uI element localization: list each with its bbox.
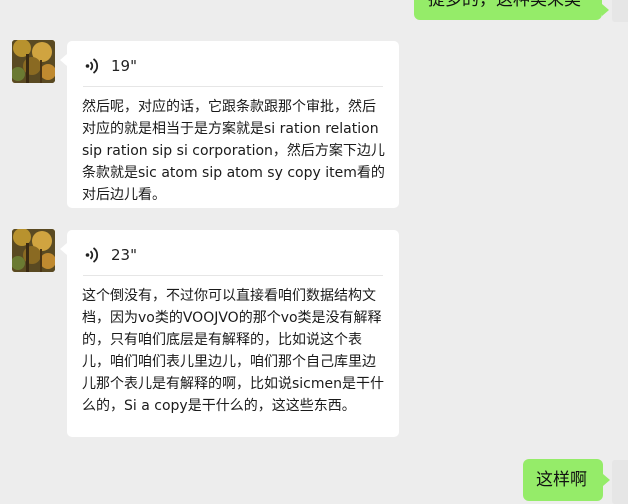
self-avatar[interactable] <box>612 460 628 504</box>
contact-avatar[interactable] <box>12 40 55 83</box>
message-text: 提多的，这种类来类 <box>428 0 581 10</box>
message-text: 这样啊 <box>536 470 587 490</box>
bubble-tail <box>60 54 67 66</box>
bubble-tail <box>603 474 610 486</box>
self-message-bubble[interactable]: 这样啊 <box>523 459 603 501</box>
bubble-tail <box>602 4 609 16</box>
voice-duration: 19" <box>111 57 137 75</box>
voice-transcript: 然后呢，对应的话，它跟条款跟那个审批，然后对应的就是相当于是方案就是si rat… <box>82 99 385 203</box>
voice-wave-icon <box>85 247 98 263</box>
self-avatar[interactable] <box>612 0 628 22</box>
voice-play-control[interactable]: 19" <box>85 55 137 77</box>
divider <box>83 275 383 276</box>
voice-wave-icon <box>85 58 98 74</box>
voice-message-card[interactable]: 23" 这个倒没有，不过你可以直接看咱们数据结构文档，因为vo类的VOOJVO的… <box>67 230 399 437</box>
voice-duration: 23" <box>111 246 137 264</box>
voice-play-control[interactable]: 23" <box>85 244 137 266</box>
self-message-bubble[interactable]: 提多的，这种类来类 <box>414 0 602 20</box>
voice-message-card[interactable]: 19" 然后呢，对应的话，它跟条款跟那个审批，然后对应的就是相当于是方案就是si… <box>67 41 399 208</box>
voice-transcript: 这个倒没有，不过你可以直接看咱们数据结构文档，因为vo类的VOOJVO的那个vo… <box>82 288 385 414</box>
bubble-tail <box>60 243 67 255</box>
contact-avatar[interactable] <box>12 229 55 272</box>
divider <box>83 86 383 87</box>
